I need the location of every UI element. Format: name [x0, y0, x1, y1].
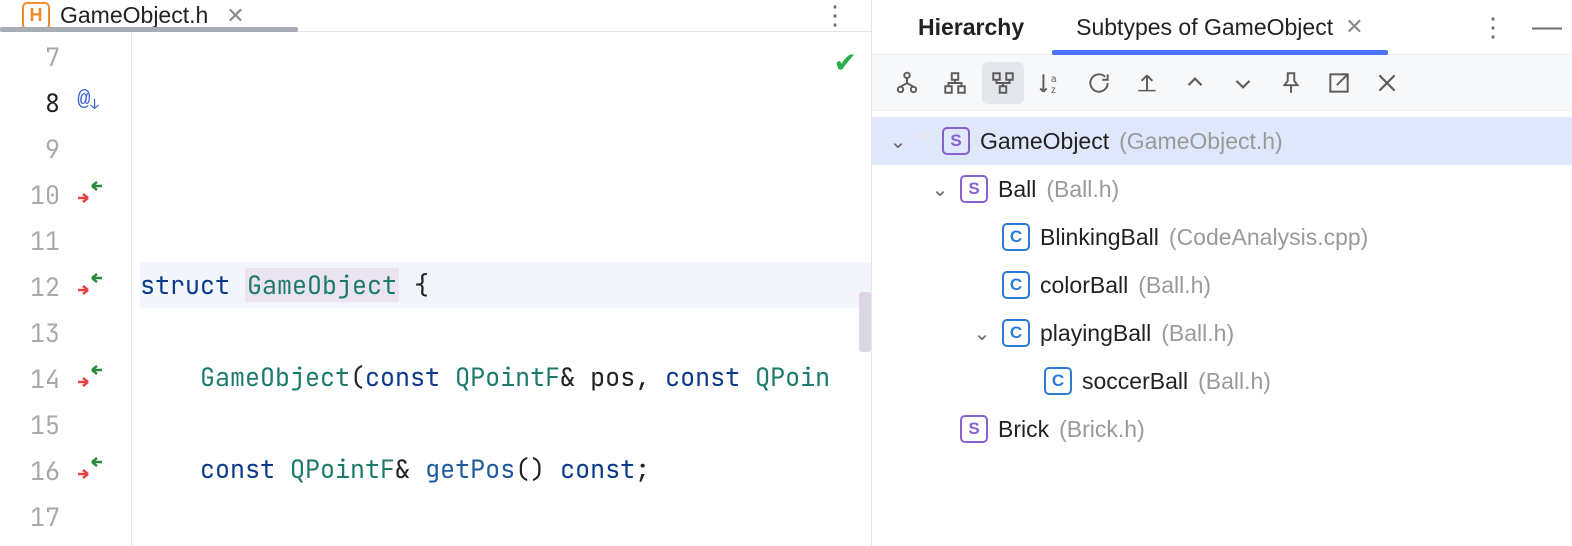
- line-number: 9: [0, 126, 70, 172]
- code-line[interactable]: [140, 492, 871, 538]
- class-badge-icon: C: [1002, 223, 1030, 251]
- pin-button[interactable]: [1270, 62, 1312, 104]
- inspection-ok-icon[interactable]: ✔: [834, 40, 857, 86]
- annotation-gutter-icon[interactable]: @↓: [76, 88, 100, 112]
- tree-node-name: Ball: [998, 176, 1036, 203]
- root-marker: *: [918, 127, 932, 155]
- supertypes-button[interactable]: [934, 62, 976, 104]
- class-hierarchy-button[interactable]: [886, 62, 928, 104]
- code-line[interactable]: const QPointF& getPos() const;: [140, 446, 871, 492]
- tree-node-name: colorBall: [1040, 272, 1128, 299]
- editor-tab-label: GameObject.h: [60, 2, 208, 29]
- sort-alpha-button[interactable]: az: [1030, 62, 1072, 104]
- tree-node-location: (Ball.h): [1138, 272, 1211, 299]
- export-button[interactable]: [1126, 62, 1168, 104]
- hierarchy-tabbar: Hierarchy Subtypes of GameObject ✕ ⋮ ―: [872, 0, 1572, 55]
- line-number: 11: [0, 218, 70, 264]
- expand-all-button[interactable]: [1174, 62, 1216, 104]
- hierarchy-tab-label: Subtypes of GameObject: [1076, 14, 1333, 41]
- scrollbar-marker[interactable]: [859, 292, 871, 352]
- struct-badge-icon: S: [960, 415, 988, 443]
- code-area[interactable]: 7891011121314151617 @↓ ✔ struct GameObje…: [0, 32, 871, 546]
- hierarchy-tab-subtypes[interactable]: Subtypes of GameObject ✕: [1052, 0, 1387, 54]
- hierarchy-minimize-icon[interactable]: ―: [1532, 10, 1562, 44]
- tree-node-name: Brick: [998, 416, 1049, 443]
- line-number: 16: [0, 448, 70, 494]
- tree-node-location: (CodeAnalysis.cpp): [1169, 224, 1368, 251]
- class-badge-icon: C: [1044, 367, 1072, 395]
- header-file-icon: H: [22, 2, 50, 30]
- tree-node-name: GameObject: [980, 128, 1109, 155]
- code-line[interactable]: const QPointF& getSpeed() const;: [140, 538, 871, 546]
- line-number: 15: [0, 402, 70, 448]
- gutter-icon-strip: @↓: [70, 32, 132, 546]
- code-content[interactable]: ✔ struct GameObject { GameObject(const Q…: [132, 32, 871, 546]
- tree-node-name: BlinkingBall: [1040, 224, 1159, 251]
- tree-node[interactable]: C BlinkingBall (CodeAnalysis.cpp): [872, 213, 1572, 261]
- chevron-down-icon[interactable]: ⌄: [930, 177, 950, 202]
- line-number: 12: [0, 264, 70, 310]
- tree-node[interactable]: CcolorBall (Ball.h): [872, 261, 1572, 309]
- collapse-all-button[interactable]: [1222, 62, 1264, 104]
- line-number: 13: [0, 310, 70, 356]
- struct-badge-icon: S: [960, 175, 988, 203]
- tree-node-location: (Ball.h): [1046, 176, 1119, 203]
- close-tab-icon[interactable]: ✕: [226, 3, 244, 29]
- svg-text:a: a: [1051, 73, 1057, 84]
- editor-tabbar: H GameObject.h ✕ ⋮: [0, 0, 871, 32]
- tree-node[interactable]: ⌄ CplayingBall (Ball.h): [872, 309, 1572, 357]
- svg-text:z: z: [1051, 84, 1056, 95]
- line-number: 7: [0, 34, 70, 80]
- code-line[interactable]: struct GameObject {: [140, 262, 871, 308]
- code-line[interactable]: [140, 216, 871, 262]
- hierarchy-tree[interactable]: ⌄ * S GameObject (GameObject.h) ⌄ S Ball (Ball.h…: [872, 111, 1572, 546]
- tree-node[interactable]: CsoccerBall (Ball.h): [872, 357, 1572, 405]
- hierarchy-title[interactable]: Hierarchy: [894, 0, 1048, 54]
- tree-node[interactable]: S Brick (Brick.h): [872, 405, 1572, 453]
- line-number: 14: [0, 356, 70, 402]
- subtypes-button[interactable]: [982, 62, 1024, 104]
- close-button[interactable]: [1366, 62, 1408, 104]
- tree-node-name: playingBall: [1040, 320, 1151, 347]
- hierarchy-more-icon[interactable]: ⋮: [1480, 12, 1506, 43]
- tree-node-location: (Brick.h): [1059, 416, 1145, 443]
- editor-pane: H GameObject.h ✕ ⋮ 7891011121314151617 @…: [0, 0, 872, 546]
- tree-node[interactable]: ⌄ S Ball (Ball.h): [872, 165, 1572, 213]
- class-badge-icon: C: [1002, 271, 1030, 299]
- close-hierarchy-tab-icon[interactable]: ✕: [1345, 14, 1363, 40]
- open-new-button[interactable]: [1318, 62, 1360, 104]
- chevron-down-icon[interactable]: ⌄: [972, 321, 992, 346]
- line-number: 10: [0, 172, 70, 218]
- editor-tab-actions[interactable]: ⋮: [822, 0, 871, 31]
- line-number-gutter: 7891011121314151617: [0, 32, 70, 546]
- class-badge-icon: C: [1002, 319, 1030, 347]
- tree-node[interactable]: ⌄ * S GameObject (GameObject.h): [872, 117, 1572, 165]
- tree-node-name: soccerBall: [1082, 368, 1188, 395]
- refresh-button[interactable]: [1078, 62, 1120, 104]
- tree-node-location: (Ball.h): [1198, 368, 1271, 395]
- tree-node-location: (Ball.h): [1161, 320, 1234, 347]
- line-number: 8: [0, 80, 70, 126]
- tree-node-location: (GameObject.h): [1119, 128, 1283, 155]
- chevron-down-icon[interactable]: ⌄: [888, 129, 908, 154]
- code-line[interactable]: [140, 400, 871, 446]
- code-line[interactable]: [140, 308, 871, 354]
- line-number: 17: [0, 494, 70, 540]
- struct-badge-icon: S: [942, 127, 970, 155]
- hierarchy-panel: Hierarchy Subtypes of GameObject ✕ ⋮ ― a…: [872, 0, 1572, 546]
- hierarchy-toolbar: az: [872, 55, 1572, 111]
- code-line[interactable]: GameObject(const QPointF& pos, const QPo…: [140, 354, 871, 400]
